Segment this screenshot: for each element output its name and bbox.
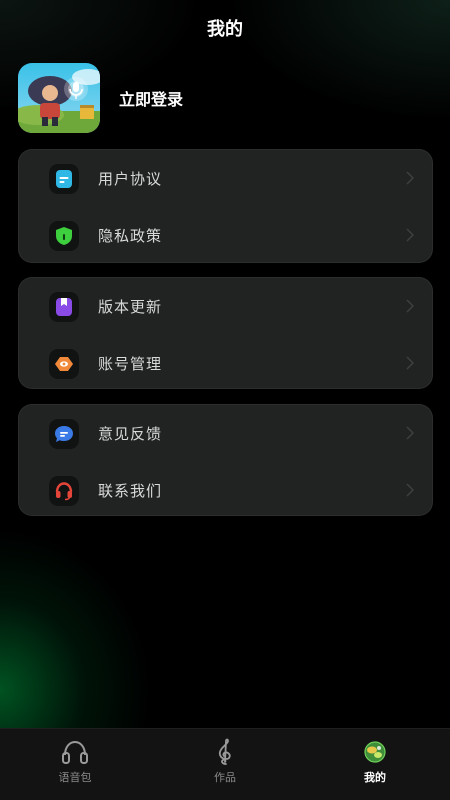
menu-item-label: 账号管理 <box>98 355 163 373</box>
menu-item-label: 意见反馈 <box>98 425 163 443</box>
menu-item-account-management[interactable]: 账号管理 <box>19 335 432 392</box>
menu-item-version-update[interactable]: 版本更新 <box>19 278 432 335</box>
bottom-tab-bar: 语音包 作品 我的 <box>0 728 450 800</box>
menu-item-label: 联系我们 <box>98 482 163 500</box>
tab-label: 作品 <box>214 771 236 784</box>
document-icon <box>49 163 79 194</box>
tab-mine[interactable]: 我的 <box>300 729 450 800</box>
login-link[interactable]: 立即登录 <box>119 86 183 110</box>
menu-item-user-agreement[interactable]: 用户协议 <box>19 150 432 207</box>
menu-item-privacy-policy[interactable]: 隐私政策 <box>19 207 432 264</box>
screen: 我的 立即登录 用户协议 隐私政策 版本更新 账号管理 意见反馈 联系我们 语音… <box>0 0 450 800</box>
menu-item-label: 用户协议 <box>98 170 163 188</box>
headphones-icon <box>60 739 90 765</box>
chevron-right-icon <box>406 356 414 370</box>
tab-voice-pack[interactable]: 语音包 <box>0 729 150 800</box>
account-icon <box>49 348 79 379</box>
menu-item-feedback[interactable]: 意见反馈 <box>19 405 432 462</box>
menu-group-legal: 用户协议 隐私政策 <box>18 149 433 263</box>
tab-label: 我的 <box>364 771 386 784</box>
bookmark-icon <box>49 291 79 322</box>
chevron-right-icon <box>406 426 414 440</box>
menu-item-label: 隐私政策 <box>98 227 163 245</box>
shield-icon <box>49 220 79 251</box>
game-character-avatar-icon[interactable] <box>18 63 100 133</box>
chevron-right-icon <box>406 299 414 313</box>
profile-header[interactable]: 立即登录 <box>18 63 432 133</box>
headset-icon <box>49 475 79 506</box>
tab-works[interactable]: 作品 <box>150 729 300 800</box>
page-title: 我的 <box>207 19 243 40</box>
menu-group-app: 版本更新 账号管理 <box>18 277 433 389</box>
menu-group-support: 意见反馈 联系我们 <box>18 404 433 516</box>
treble-clef-icon <box>215 738 235 765</box>
chevron-right-icon <box>406 483 414 497</box>
menu-item-label: 版本更新 <box>98 298 163 316</box>
profile-avatar-icon <box>364 739 386 765</box>
menu-item-contact-us[interactable]: 联系我们 <box>19 462 432 519</box>
chevron-right-icon <box>406 228 414 242</box>
tab-label: 语音包 <box>58 771 92 784</box>
chevron-right-icon <box>406 171 414 185</box>
chat-bubble-icon <box>49 418 79 449</box>
